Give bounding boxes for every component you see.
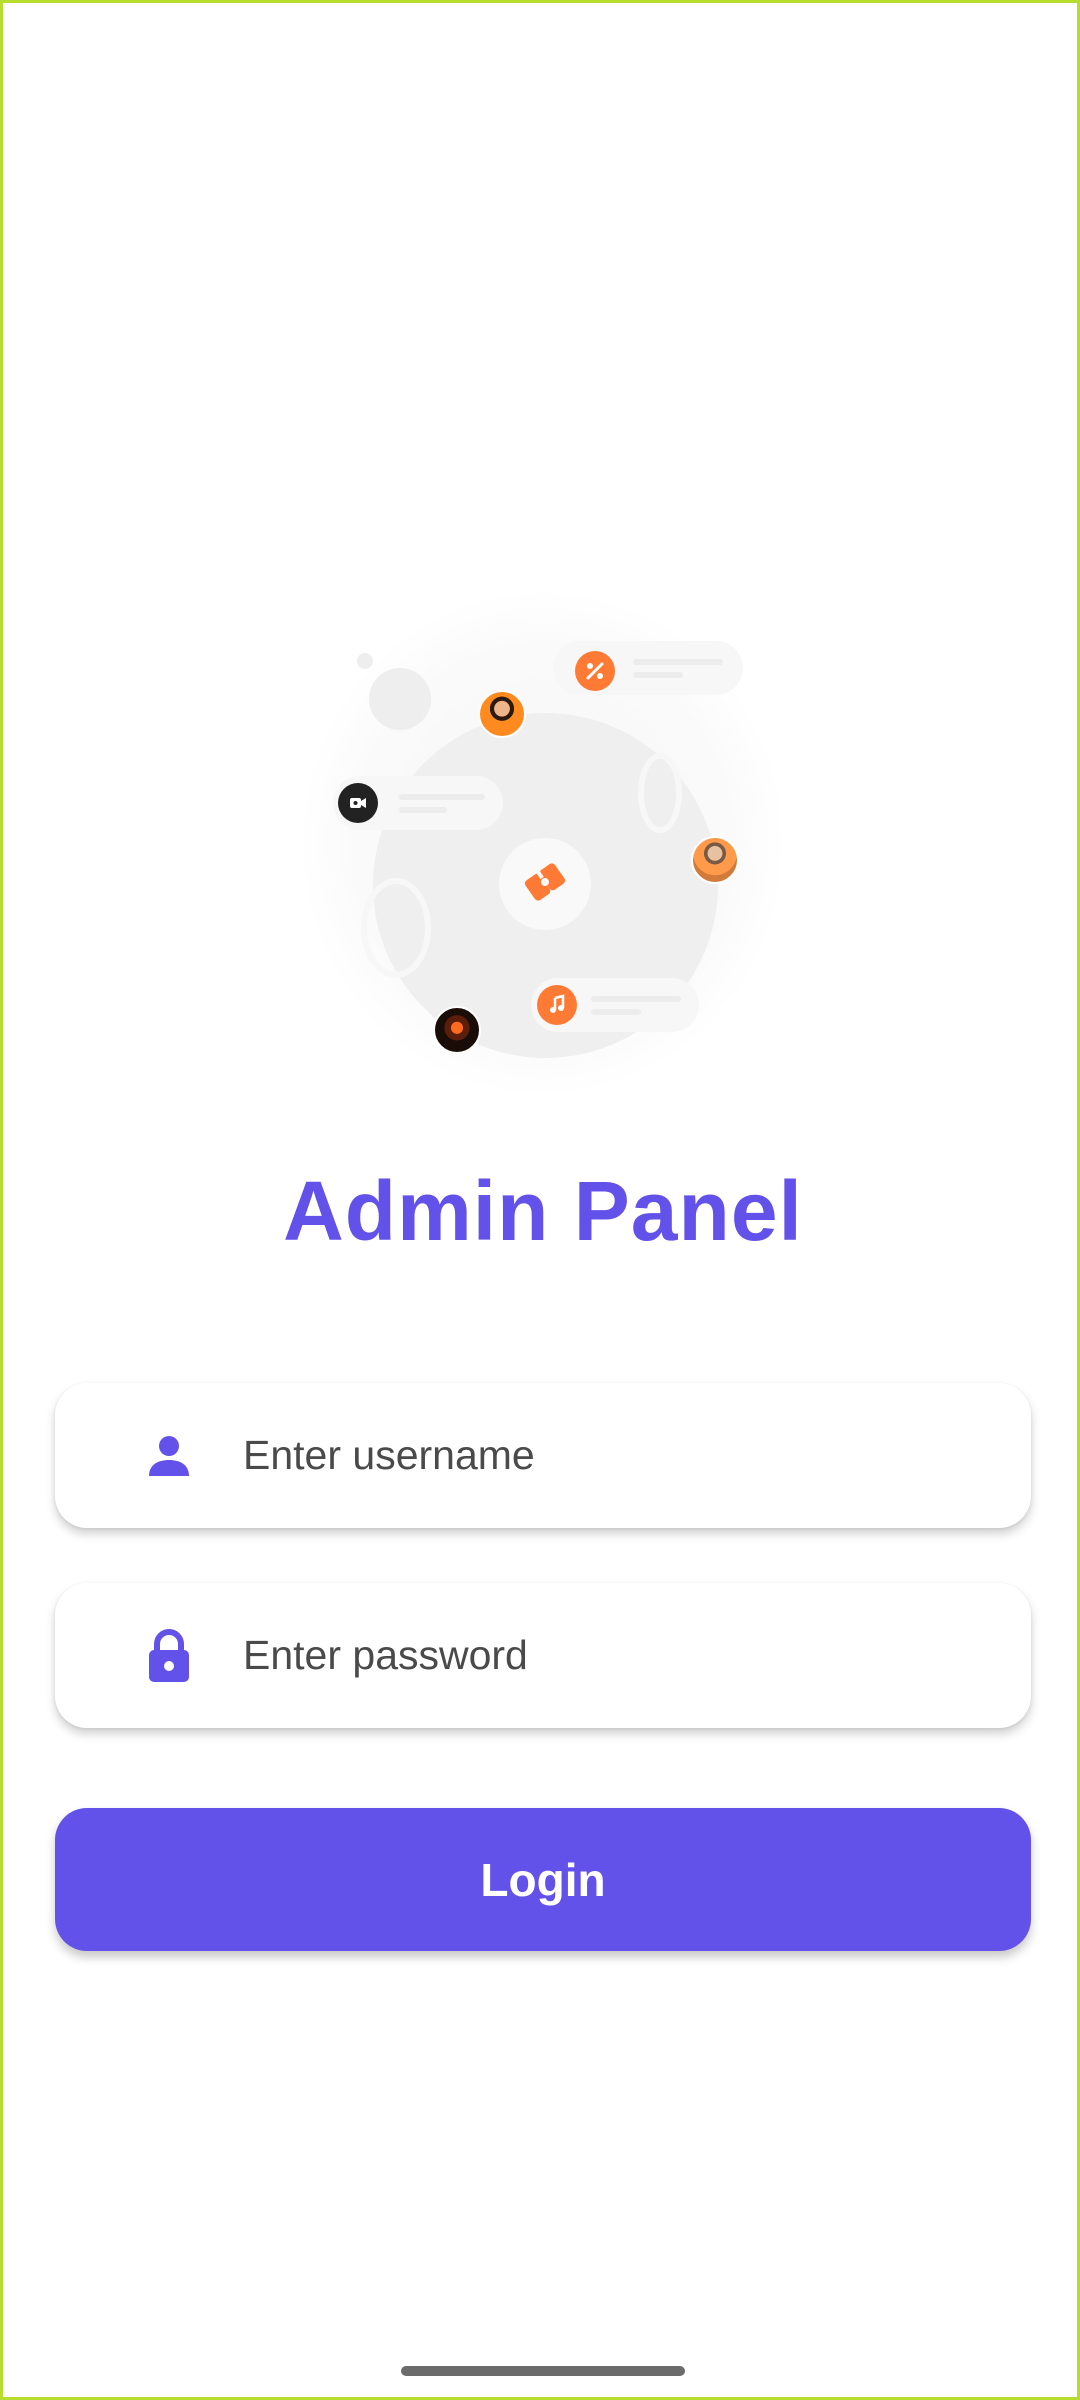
password-field[interactable] xyxy=(55,1583,1031,1728)
avatar-right xyxy=(691,836,739,884)
person-icon xyxy=(139,1426,199,1486)
hero-illustration xyxy=(303,573,783,1113)
music-icon xyxy=(537,985,577,1025)
video-icon xyxy=(338,783,378,823)
login-button[interactable]: Login xyxy=(55,1808,1031,1951)
avatar-orange-woman xyxy=(478,690,526,738)
lock-icon xyxy=(139,1626,199,1686)
percent-icon xyxy=(575,651,615,691)
decor-swirl-right xyxy=(638,753,682,833)
login-screen: Admin Panel Login xyxy=(0,0,1080,2400)
password-input[interactable] xyxy=(243,1583,1031,1728)
page-title: Admin Panel xyxy=(283,1164,803,1258)
puzzle-icon xyxy=(518,855,572,914)
decor-swirl-left xyxy=(361,878,431,978)
username-field[interactable] xyxy=(55,1383,1031,1528)
username-input[interactable] xyxy=(243,1383,1031,1528)
decor-bubble-tiny xyxy=(357,653,373,669)
puzzle-badge xyxy=(499,838,591,930)
home-indicator[interactable] xyxy=(401,2366,685,2376)
decor-bubble-small xyxy=(369,668,431,730)
avatar-dark xyxy=(433,1006,481,1054)
